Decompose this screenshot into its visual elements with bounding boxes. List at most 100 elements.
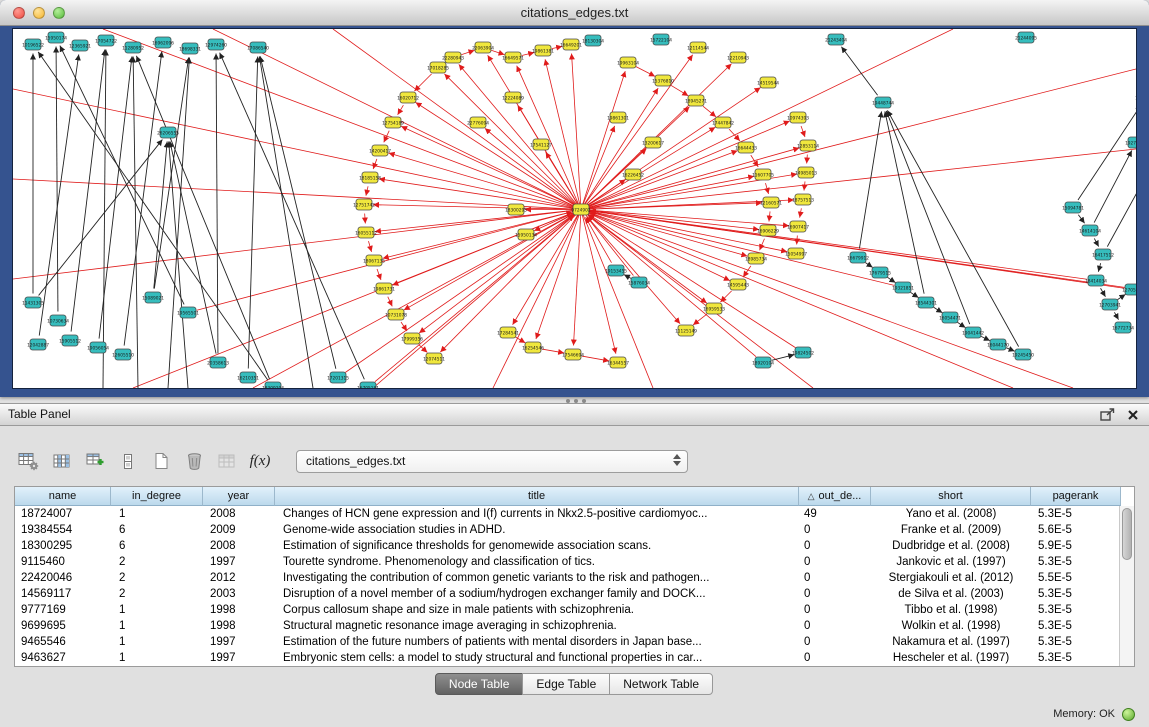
table-row[interactable]: 1872400712008Changes of HCN gene express… bbox=[15, 506, 1119, 522]
graph-node[interactable]: 14614104 bbox=[1079, 225, 1101, 236]
close-panel-icon[interactable] bbox=[1127, 409, 1139, 421]
graph-node[interactable]: 19153455 bbox=[605, 265, 627, 276]
graph-node[interactable]: 16417512 bbox=[1092, 249, 1114, 260]
tab-node-table[interactable]: Node Table bbox=[435, 673, 524, 695]
minimize-window-button[interactable] bbox=[33, 7, 45, 19]
graph-node[interactable]: 19245450 bbox=[1012, 349, 1034, 360]
graph-node[interactable]: 14595443 bbox=[727, 279, 749, 290]
graph-node[interactable]: 19274063 bbox=[1125, 137, 1136, 148]
graph-node[interactable]: 19056054 bbox=[87, 342, 109, 353]
graph-node[interactable]: 16649201 bbox=[560, 39, 582, 50]
new-table-icon[interactable] bbox=[148, 448, 174, 474]
graph-node[interactable]: 10730634 bbox=[47, 315, 69, 326]
graph-node[interactable]: 19861301 bbox=[607, 112, 629, 123]
graph-node[interactable]: 20358613 bbox=[207, 357, 229, 368]
network-canvas[interactable]: 9724902170182851602071212754189142004171… bbox=[13, 29, 1136, 388]
graph-node[interactable]: 16644433 bbox=[735, 142, 757, 153]
graph-node[interactable]: 15054997 bbox=[785, 248, 807, 259]
graph-node[interactable]: 12605510 bbox=[112, 349, 134, 360]
graph-node[interactable]: 18945271 bbox=[685, 95, 707, 106]
table-row[interactable]: 946554611997Estimation of the future num… bbox=[15, 634, 1119, 650]
float-panel-icon[interactable] bbox=[1100, 408, 1115, 421]
graph-node[interactable]: 12114544 bbox=[687, 42, 709, 53]
graph-node[interactable]: 15950134 bbox=[515, 229, 537, 240]
zoom-window-button[interactable] bbox=[53, 7, 65, 19]
graph-node[interactable]: 18920104 bbox=[752, 357, 774, 368]
graph-node[interactable]: 14200417 bbox=[369, 145, 391, 156]
graph-node[interactable]: 10974393 bbox=[787, 112, 809, 123]
graph-node[interactable]: 16210351 bbox=[237, 372, 259, 383]
graph-node[interactable]: 12365921 bbox=[69, 40, 91, 51]
table-row[interactable]: 977716911998Corpus callosum shape and si… bbox=[15, 602, 1119, 618]
graph-node[interactable]: 12210943 bbox=[727, 52, 749, 63]
graph-node[interactable]: 19824502 bbox=[792, 347, 814, 358]
graph-node[interactable]: 16020712 bbox=[397, 92, 419, 103]
graph-node[interactable]: 13200617 bbox=[642, 137, 664, 148]
column-header-out_de[interactable]: △out_de... bbox=[799, 487, 871, 506]
graph-node[interactable]: 17999356 bbox=[401, 333, 423, 344]
graph-node[interactable]: 21244095 bbox=[1015, 32, 1037, 43]
tab-edge-table[interactable]: Edge Table bbox=[522, 673, 610, 695]
column-header-short[interactable]: short bbox=[871, 487, 1031, 506]
create-column-icon[interactable] bbox=[82, 448, 108, 474]
graph-node[interactable]: 15905512 bbox=[59, 335, 81, 346]
table-source-select[interactable]: citations_edges.txt bbox=[296, 450, 688, 473]
graph-node[interactable]: 15876034 bbox=[628, 277, 650, 288]
graph-node[interactable]: 16772734 bbox=[1112, 322, 1134, 333]
graph-node[interactable]: 18544301 bbox=[915, 297, 937, 308]
graph-node[interactable]: 17054722 bbox=[95, 35, 117, 46]
column-header-pagerank[interactable]: pagerank bbox=[1031, 487, 1121, 506]
graph-node[interactable]: 18130304 bbox=[582, 35, 604, 46]
graph-node[interactable]: 16254546 bbox=[522, 342, 544, 353]
graph-node[interactable]: 11280952 bbox=[122, 42, 144, 53]
graph-node[interactable]: 18757513 bbox=[792, 194, 814, 205]
graph-node[interactable]: 18185158 bbox=[359, 172, 381, 183]
graph-node[interactable]: 17447842 bbox=[712, 117, 734, 128]
table-row[interactable]: 1456911722003Disruption of a novel membe… bbox=[15, 586, 1119, 602]
graph-node[interactable]: 16959533 bbox=[703, 303, 725, 314]
graph-node[interactable]: 15722104 bbox=[650, 34, 672, 45]
graph-node[interactable]: 19861731 bbox=[373, 283, 395, 294]
network-graph[interactable]: 9724902170182851602071212754189142004171… bbox=[13, 29, 1136, 388]
graph-node[interactable]: 16649571 bbox=[502, 52, 524, 63]
graph-node[interactable]: 10196522 bbox=[22, 39, 44, 50]
graph-node[interactable]: 16906229 bbox=[757, 225, 779, 236]
graph-node[interactable]: 11607705 bbox=[752, 169, 774, 180]
graph-node[interactable]: 16044170 bbox=[987, 339, 1009, 350]
graph-node[interactable]: 14985013 bbox=[795, 167, 817, 178]
graph-node[interactable]: 17679515 bbox=[869, 267, 891, 278]
graph-node[interactable]: 18698331 bbox=[179, 43, 201, 54]
graph-node[interactable]: 19104901 bbox=[1135, 92, 1136, 103]
column-header-in_degree[interactable]: in_degree bbox=[111, 487, 203, 506]
function-builder-icon[interactable]: f(x) bbox=[247, 448, 273, 474]
table-row[interactable]: 2242004622012Investigating the contribut… bbox=[15, 570, 1119, 586]
graph-node[interactable]: 19448744 bbox=[872, 97, 894, 108]
column-header-title[interactable]: title bbox=[275, 487, 799, 506]
graph-node[interactable]: 17201315 bbox=[327, 372, 349, 383]
graph-node[interactable]: 11431305 bbox=[22, 297, 44, 308]
graph-node[interactable]: 18309294 bbox=[262, 382, 284, 388]
graph-node[interactable]: 16907417 bbox=[787, 221, 809, 232]
graph-node[interactable]: 9724902 bbox=[571, 204, 590, 215]
tab-network-table[interactable]: Network Table bbox=[609, 673, 713, 695]
close-window-button[interactable] bbox=[13, 7, 25, 19]
column-header-name[interactable]: name bbox=[15, 487, 111, 506]
window-titlebar[interactable]: citations_edges.txt bbox=[0, 0, 1149, 26]
graph-node[interactable]: 12974260 bbox=[205, 39, 227, 50]
graph-node[interactable]: 12705544 bbox=[1122, 284, 1136, 295]
graph-node[interactable]: 15950174 bbox=[45, 32, 67, 43]
table-row[interactable]: 969969511998Structural magnetic resonanc… bbox=[15, 618, 1119, 634]
graph-node[interactable]: 16344557 bbox=[607, 357, 629, 368]
graph-node[interactable]: 18067135 bbox=[363, 255, 385, 266]
scrollbar-thumb[interactable] bbox=[1122, 508, 1132, 560]
graph-node[interactable]: 18414034 bbox=[1085, 275, 1107, 286]
graph-node[interactable]: 19041442 bbox=[962, 327, 984, 338]
table-row[interactable]: 911546021997Tourette syndrome. Phenomeno… bbox=[15, 554, 1119, 570]
graph-node[interactable]: 15376810 bbox=[652, 75, 674, 86]
graph-node[interactable]: 17018285 bbox=[427, 62, 449, 73]
vertical-scrollbar[interactable] bbox=[1119, 506, 1134, 666]
graph-node[interactable]: 19963104 bbox=[617, 57, 639, 68]
graph-node[interactable]: 17284541 bbox=[497, 327, 519, 338]
graph-node[interactable]: 16226452 bbox=[622, 169, 644, 180]
table-row[interactable]: 946362711997Embryonic stem cells: a mode… bbox=[15, 650, 1119, 666]
